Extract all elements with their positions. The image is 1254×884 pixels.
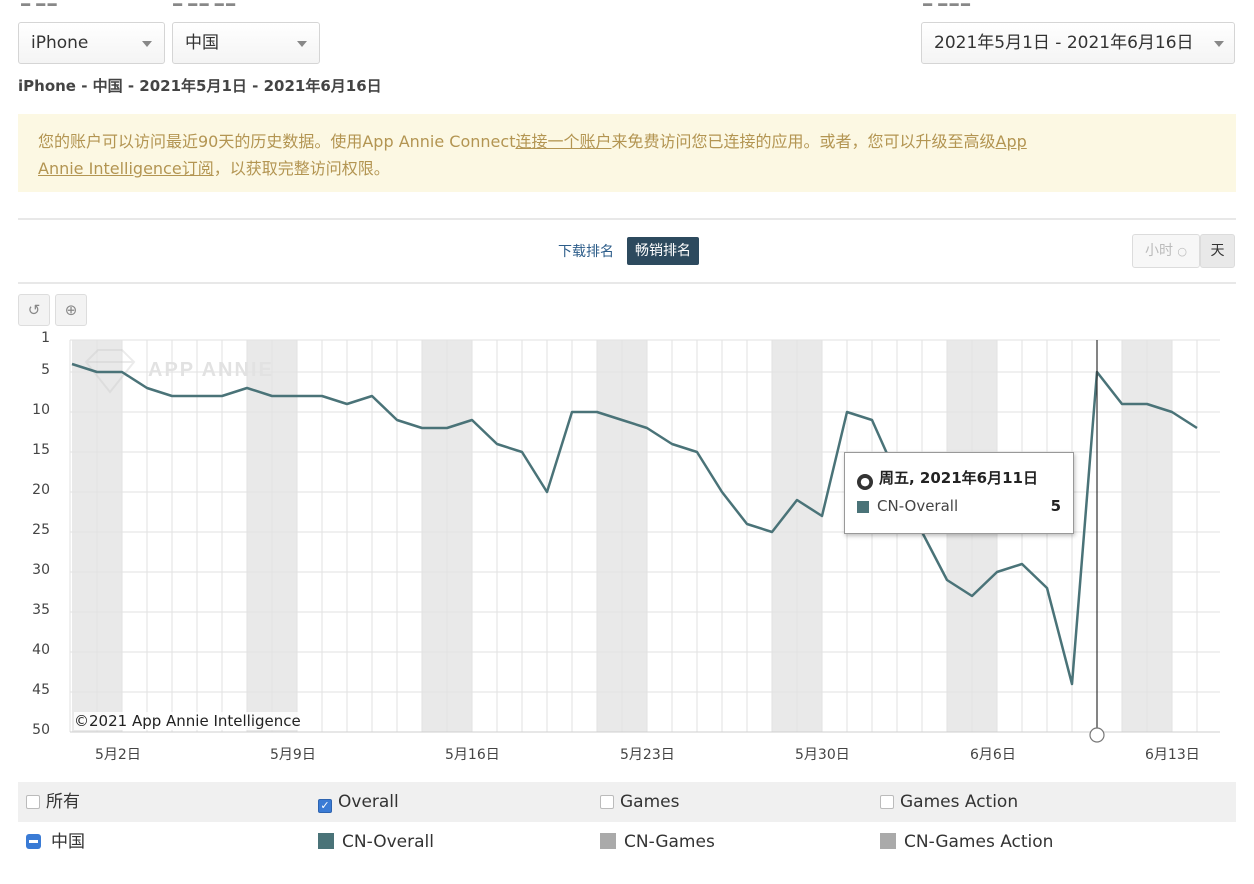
legend-country-label: 中国 xyxy=(51,832,85,852)
legend-cn-games-action-label: CN-Games Action xyxy=(904,832,1054,852)
notice-text-1: 您的账户可以访问最近90天的历史数据。使用App Annie Connect xyxy=(38,132,516,151)
lock-icon: ○ xyxy=(1177,245,1188,258)
device-filter-label-clipped: ■ ■■ xyxy=(20,0,80,6)
x-tick-label: 5月16日 xyxy=(445,747,500,763)
legend-cn-overall[interactable]: CN-Overall xyxy=(318,822,434,862)
weekend-band xyxy=(247,340,297,732)
checkbox-icon xyxy=(26,795,40,809)
y-tick-label: 50 xyxy=(32,722,50,738)
connect-account-link[interactable]: 连接一个账户 xyxy=(515,132,611,151)
legend-games[interactable]: Games xyxy=(600,782,679,822)
series-swatch xyxy=(600,833,616,849)
y-tick-label: 30 xyxy=(32,562,50,578)
x-tick-label: 5月23日 xyxy=(620,747,675,763)
chevron-down-icon xyxy=(297,41,307,47)
date-range-dropdown[interactable]: 2021年5月1日 - 2021年6月16日 xyxy=(921,22,1235,64)
y-tick-label: 25 xyxy=(32,522,50,538)
series-swatch xyxy=(857,501,869,513)
checkbox-icon xyxy=(880,795,894,809)
weekend-band xyxy=(1122,340,1172,732)
legend-overall-label: Overall xyxy=(338,792,399,812)
zoom-button[interactable]: ⊕ xyxy=(55,294,87,326)
y-tick-label: 1 xyxy=(41,330,50,346)
globe-icon: ● xyxy=(857,474,873,490)
legend-games-action[interactable]: Games Action xyxy=(880,782,1018,822)
chevron-down-icon xyxy=(142,41,152,47)
date-range-value: 2021年5月1日 - 2021年6月16日 xyxy=(934,33,1194,53)
weekend-band xyxy=(772,340,822,732)
filter-summary: iPhone - 中国 - 2021年5月1日 - 2021年6月16日 xyxy=(18,77,382,95)
series-swatch xyxy=(318,833,334,849)
x-tick-label: 5月9日 xyxy=(270,747,316,763)
collapse-icon xyxy=(26,834,41,849)
legend-games-action-label: Games Action xyxy=(900,792,1019,812)
legend-cn-games[interactable]: CN-Games xyxy=(600,822,715,862)
tooltip-series: CN-Overall xyxy=(877,497,959,515)
y-tick-label: 5 xyxy=(41,362,50,378)
watermark-text: APP ANNIE xyxy=(148,359,274,381)
daily-label: 天 xyxy=(1210,243,1225,259)
y-tick-label: 15 xyxy=(32,442,50,458)
y-tick-label: 45 xyxy=(32,682,50,698)
device-dropdown-value: iPhone xyxy=(31,33,89,53)
weekend-band xyxy=(597,340,647,732)
zoom-in-icon: ⊕ xyxy=(64,301,78,319)
checkbox-icon xyxy=(600,795,614,809)
undo-icon: ↺ xyxy=(27,301,41,319)
hourly-label: 小时 xyxy=(1144,243,1173,259)
y-tick-label: 40 xyxy=(32,642,50,658)
crosshair-handle xyxy=(1089,727,1105,743)
weekend-band xyxy=(947,340,997,732)
divider xyxy=(18,218,1236,220)
chevron-down-icon xyxy=(1214,41,1224,47)
device-dropdown[interactable]: iPhone xyxy=(18,22,165,64)
tooltip-value: 5 xyxy=(1050,497,1061,515)
notice-text-2: 来免费访问您已连接的应用。或者，您可以升级至高级 xyxy=(611,132,996,151)
hourly-button: 小时 ○ xyxy=(1132,234,1200,268)
legend-cn-games-label: CN-Games xyxy=(624,832,715,852)
daily-button[interactable]: 天 xyxy=(1200,234,1235,268)
y-tick-label: 35 xyxy=(32,602,50,618)
y-tick-label: 10 xyxy=(32,402,50,418)
legend-all[interactable]: 所有 xyxy=(26,782,80,822)
tab-grossing[interactable]: 畅销排名 xyxy=(627,237,699,265)
x-tick-label: 6月6日 xyxy=(970,747,1016,763)
legend-cn-overall-label: CN-Overall xyxy=(342,832,434,852)
checkbox-checked-icon: ✓ xyxy=(318,799,332,813)
copyright: ©2021 App Annie Intelligence xyxy=(74,712,301,730)
legend-overall[interactable]: ✓ Overall xyxy=(318,782,399,822)
series-swatch xyxy=(880,833,896,849)
intelligence-link-1[interactable]: App xyxy=(996,132,1027,151)
legend-cn-games-action[interactable]: CN-Games Action xyxy=(880,822,1053,862)
watermark: APP ANNIE xyxy=(84,349,274,394)
legend-all-label: 所有 xyxy=(46,792,80,812)
notice-text-3: ，以获取完整访问权限。 xyxy=(213,159,390,178)
tooltip-date: 周五, 2021年6月11日 xyxy=(879,469,1038,487)
date-filter-label-clipped: ■ ■■■ xyxy=(922,0,992,6)
legend-games-label: Games xyxy=(620,792,680,812)
x-tick-label: 6月13日 xyxy=(1145,747,1200,763)
country-filter-label-clipped: ■ ■■ ■■ xyxy=(172,0,262,6)
divider xyxy=(18,282,1236,284)
tab-downloads[interactable]: 下载排名 xyxy=(558,238,614,266)
intelligence-link-2[interactable]: Annie Intelligence订阅 xyxy=(38,159,214,178)
y-tick-label: 20 xyxy=(32,482,50,498)
x-tick-label: 5月30日 xyxy=(795,747,850,763)
legend-country[interactable]: 中国 xyxy=(26,822,85,862)
country-dropdown[interactable]: 中国 xyxy=(172,22,320,64)
weekend-band xyxy=(422,340,472,732)
weekend-band xyxy=(72,340,122,732)
chart-tooltip: ● 周五, 2021年6月11日 CN-Overall 5 xyxy=(844,452,1074,534)
access-notice: 您的账户可以访问最近90天的历史数据。使用App Annie Connect连接… xyxy=(18,114,1236,192)
country-dropdown-value: 中国 xyxy=(185,33,219,53)
reset-zoom-button[interactable]: ↺ xyxy=(18,294,50,326)
x-tick-label: 5月2日 xyxy=(95,747,141,763)
